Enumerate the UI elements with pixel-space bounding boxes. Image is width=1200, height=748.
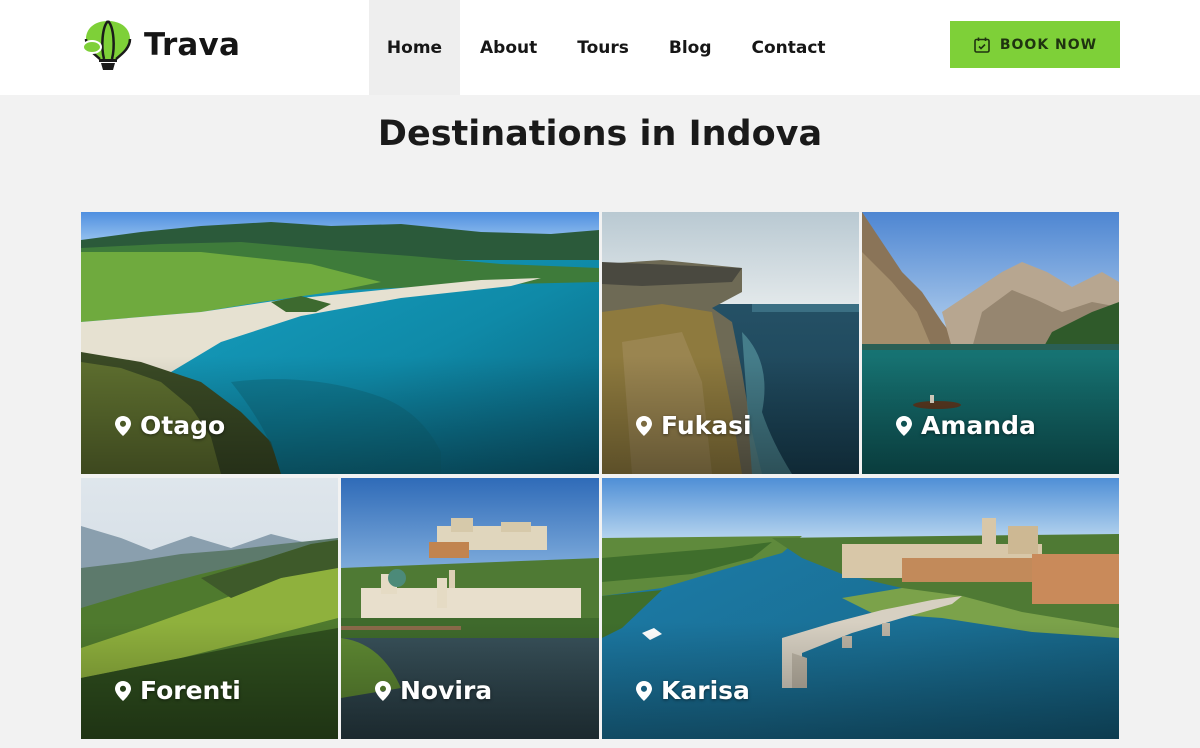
destination-card-forenti[interactable]: Forenti [81, 478, 338, 739]
nav-item-home[interactable]: Home [369, 0, 460, 95]
destination-name: Novira [400, 676, 493, 705]
destination-label: Otago [115, 411, 225, 440]
destination-label: Novira [375, 676, 492, 705]
brand-name: Trava [144, 27, 241, 63]
destination-label: Forenti [115, 676, 241, 705]
destination-card-fukasi[interactable]: Fukasi [602, 212, 859, 474]
nav-item-about[interactable]: About [480, 0, 537, 95]
destination-label: Karisa [636, 676, 750, 705]
destination-label: Fukasi [636, 411, 752, 440]
site-header: Trava Home About Tours Blog Contact BOOK… [0, 0, 1200, 95]
map-pin-icon [636, 415, 652, 436]
destination-label: Amanda [896, 411, 1036, 440]
book-now-label: BOOK NOW [999, 36, 1098, 53]
destination-card-karisa[interactable]: Karisa [602, 478, 1119, 739]
hot-air-balloon-icon [82, 20, 132, 70]
main-nav: Home About Tours Blog Contact [369, 0, 826, 95]
map-pin-icon [115, 680, 131, 701]
page-title: Destinations in Indova [377, 114, 823, 154]
book-now-button[interactable]: BOOK NOW [950, 21, 1120, 68]
destination-card-otago[interactable]: Otago [81, 212, 599, 474]
destination-card-amanda[interactable]: Amanda [862, 212, 1119, 474]
destination-name: Fukasi [661, 411, 752, 440]
nav-item-tours[interactable]: Tours [577, 0, 629, 95]
destination-card-novira[interactable]: Novira [341, 478, 599, 739]
destination-name: Otago [140, 411, 226, 440]
map-pin-icon [896, 415, 912, 436]
calendar-check-icon [974, 37, 990, 53]
map-pin-icon [115, 415, 131, 436]
map-pin-icon [636, 680, 652, 701]
map-pin-icon [375, 680, 391, 701]
brand-logo[interactable]: Trava [80, 17, 240, 73]
nav-item-blog[interactable]: Blog [669, 0, 712, 95]
destination-name: Amanda [921, 411, 1036, 440]
nav-item-contact[interactable]: Contact [752, 0, 826, 95]
destination-name: Karisa [661, 676, 750, 705]
destination-name: Forenti [140, 676, 241, 705]
